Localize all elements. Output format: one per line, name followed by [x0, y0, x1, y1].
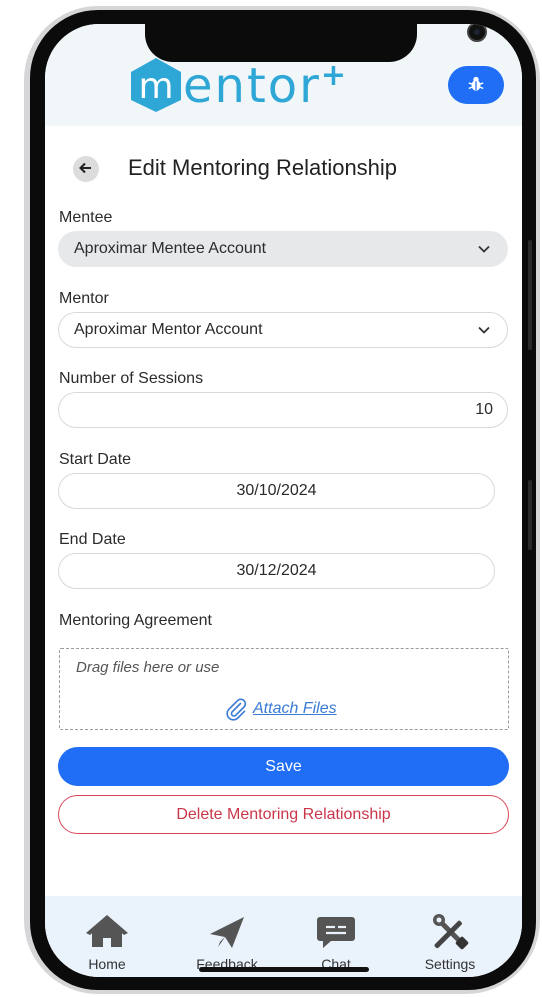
mentor-value: Aproximar Mentor Account — [74, 321, 263, 338]
logo-text: entor — [183, 58, 321, 114]
attach-files-link[interactable]: Attach Files — [224, 697, 337, 721]
home-indicator[interactable] — [199, 967, 369, 972]
nav-label-settings: Settings — [424, 956, 476, 972]
mentee-select[interactable]: Aproximar Mentee Account — [58, 231, 508, 267]
drop-hint: Drag files here or use — [76, 659, 220, 676]
start-date-input[interactable]: 30/10/2024 — [58, 473, 495, 509]
sessions-input[interactable]: 10 — [58, 392, 508, 428]
arrow-left-icon — [78, 162, 91, 174]
page-title: Edit Mentoring Relationship — [128, 155, 398, 180]
end-date-label: End Date — [59, 531, 126, 548]
mentor-label: Mentor — [59, 290, 109, 307]
mentor-select[interactable]: Aproximar Mentor Account — [58, 312, 508, 348]
phone-notch — [145, 24, 487, 62]
paper-plane-icon — [210, 917, 244, 948]
mentor-plus-logo: m entor+ — [127, 54, 367, 114]
nav-item-settings[interactable]: Settings — [400, 914, 500, 972]
save-button[interactable]: Save — [58, 747, 509, 786]
side-rail — [528, 480, 532, 550]
delete-relationship-button[interactable]: Delete Mentoring Relationship — [58, 795, 509, 834]
mentee-value: Aproximar Mentee Account — [74, 240, 267, 257]
nav-label-home: Home — [88, 956, 126, 972]
back-button[interactable] — [73, 156, 99, 182]
sessions-label: Number of Sessions — [59, 370, 204, 387]
home-icon — [86, 915, 128, 947]
file-dropzone[interactable]: Drag files here or use Attach Files — [59, 648, 509, 730]
app-screen: m entor+ Edit Mentoring Relationship Men… — [45, 24, 522, 977]
start-date-value: 30/10/2024 — [236, 482, 317, 499]
paperclip-icon — [226, 698, 247, 721]
nav-item-home[interactable]: Home — [57, 914, 157, 972]
chevron-down-icon — [478, 326, 490, 334]
bug-icon — [468, 76, 484, 91]
mentee-label: Mentee — [59, 209, 113, 226]
sessions-value: 10 — [475, 401, 493, 418]
chat-bubble-icon — [317, 917, 355, 948]
tools-icon — [433, 914, 469, 950]
power-button — [528, 240, 532, 350]
chevron-down-icon — [478, 245, 490, 253]
bottom-navigation: Home Feedback Chat Settings — [45, 896, 522, 977]
nav-item-chat[interactable]: Chat — [286, 914, 386, 972]
logo-plus: + — [320, 58, 349, 93]
end-date-input[interactable]: 30/12/2024 — [58, 553, 495, 589]
end-date-value: 30/12/2024 — [236, 562, 317, 579]
logo-hexagon-icon: m — [131, 58, 181, 112]
attach-files-label: Attach Files — [253, 700, 337, 717]
start-date-label: Start Date — [59, 451, 132, 468]
nav-item-feedback[interactable]: Feedback — [177, 914, 277, 972]
report-bug-button[interactable] — [448, 66, 504, 104]
agreement-label: Mentoring Agreement — [59, 612, 212, 629]
logo-wordmark: entor+ — [183, 58, 348, 114]
logo-letter: m — [138, 66, 173, 107]
